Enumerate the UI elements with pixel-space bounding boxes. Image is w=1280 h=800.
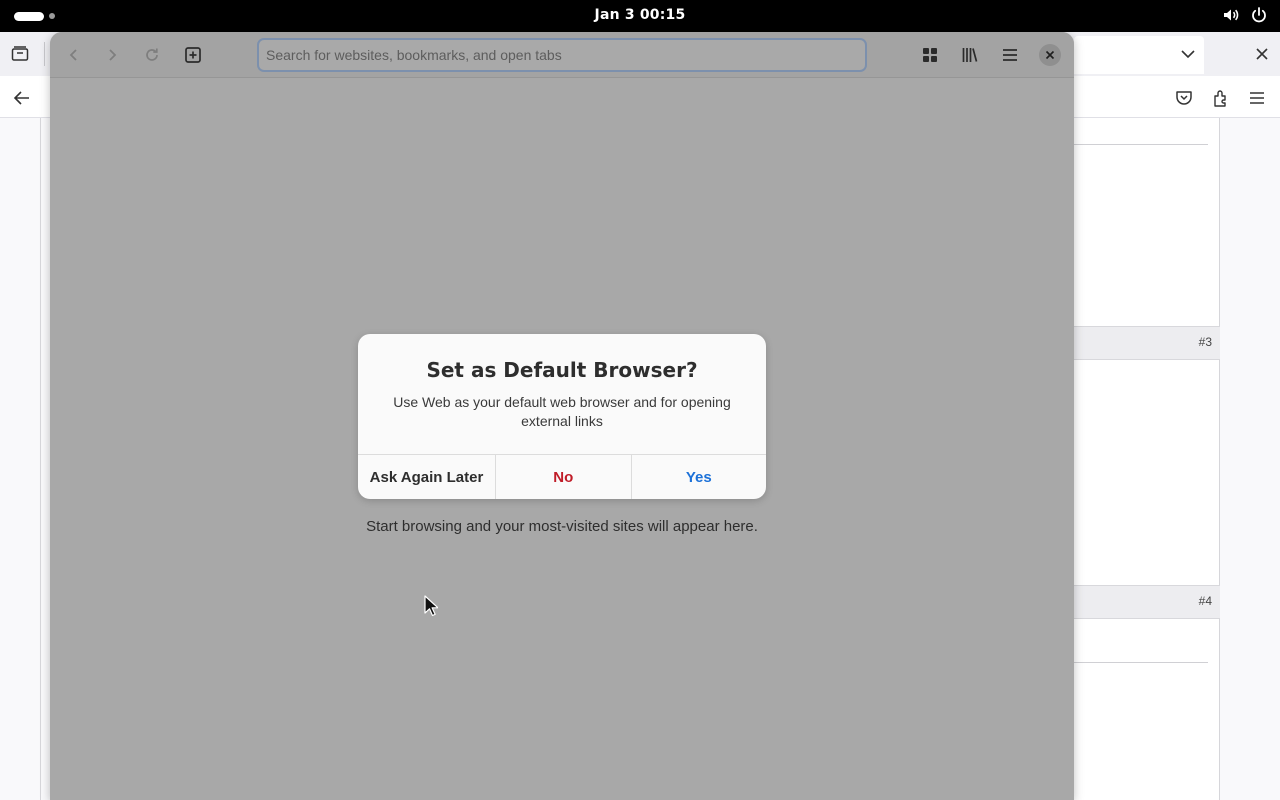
hamburger-menu-icon[interactable] — [1247, 88, 1267, 112]
pocket-icon[interactable] — [1174, 88, 1194, 112]
library-button[interactable] — [955, 40, 985, 70]
window-close-button[interactable] — [1039, 44, 1061, 66]
tab-separator — [44, 42, 45, 66]
page-border — [40, 118, 41, 800]
dialog-body: Use Web as your default web browser and … — [393, 394, 731, 429]
forward-button[interactable] — [97, 40, 127, 70]
list-row[interactable]: #4 — [1074, 585, 1220, 619]
reload-button[interactable] — [137, 40, 167, 70]
back-icon — [69, 49, 77, 61]
mouse-pointer-icon — [424, 595, 439, 621]
menu-button[interactable] — [995, 40, 1025, 70]
dialog-actions: Ask Again Later No Yes — [358, 454, 766, 499]
tab-overview-icon — [923, 48, 937, 62]
system-top-bar: Jan 3 00:15 — [0, 0, 1280, 32]
reload-icon — [146, 48, 158, 61]
row-label: #3 — [1198, 335, 1212, 349]
no-button[interactable]: No — [495, 455, 631, 499]
extensions-icon[interactable] — [1211, 88, 1231, 112]
system-tray[interactable] — [1222, 6, 1268, 24]
web-browser-window: Start browsing and your most-visited sit… — [50, 32, 1074, 800]
ask-again-later-button[interactable]: Ask Again Later — [358, 455, 495, 499]
header-bar — [50, 32, 1074, 78]
page-side-panel — [1074, 118, 1220, 800]
divider — [1074, 662, 1208, 663]
close-icon[interactable] — [1252, 44, 1272, 68]
power-icon[interactable] — [1250, 6, 1268, 24]
yes-button[interactable]: Yes — [630, 455, 767, 499]
new-tab-icon — [185, 47, 201, 63]
list-all-tabs-icon[interactable] — [1178, 44, 1198, 68]
list-row[interactable]: #3 — [1074, 326, 1220, 360]
row-label: #4 — [1198, 594, 1212, 608]
tab-overview-icon[interactable] — [10, 44, 30, 68]
default-browser-dialog: Set as Default Browser? Use Web as your … — [358, 334, 766, 499]
library-icon — [962, 48, 978, 62]
close-icon — [1045, 50, 1055, 60]
dialog-title: Set as Default Browser? — [426, 358, 698, 382]
new-tab-button[interactable] — [178, 40, 208, 70]
tab-overview-button[interactable] — [915, 40, 945, 70]
empty-state-message: Start browsing and your most-visited sit… — [366, 518, 758, 535]
divider — [1074, 144, 1208, 145]
volume-icon[interactable] — [1222, 6, 1240, 24]
forward-icon — [109, 49, 117, 61]
back-arrow-icon[interactable] — [12, 88, 32, 112]
menu-icon — [1003, 49, 1017, 61]
back-button[interactable] — [59, 40, 89, 70]
clock[interactable]: Jan 3 00:15 — [0, 7, 1280, 23]
search-input[interactable] — [257, 38, 867, 72]
